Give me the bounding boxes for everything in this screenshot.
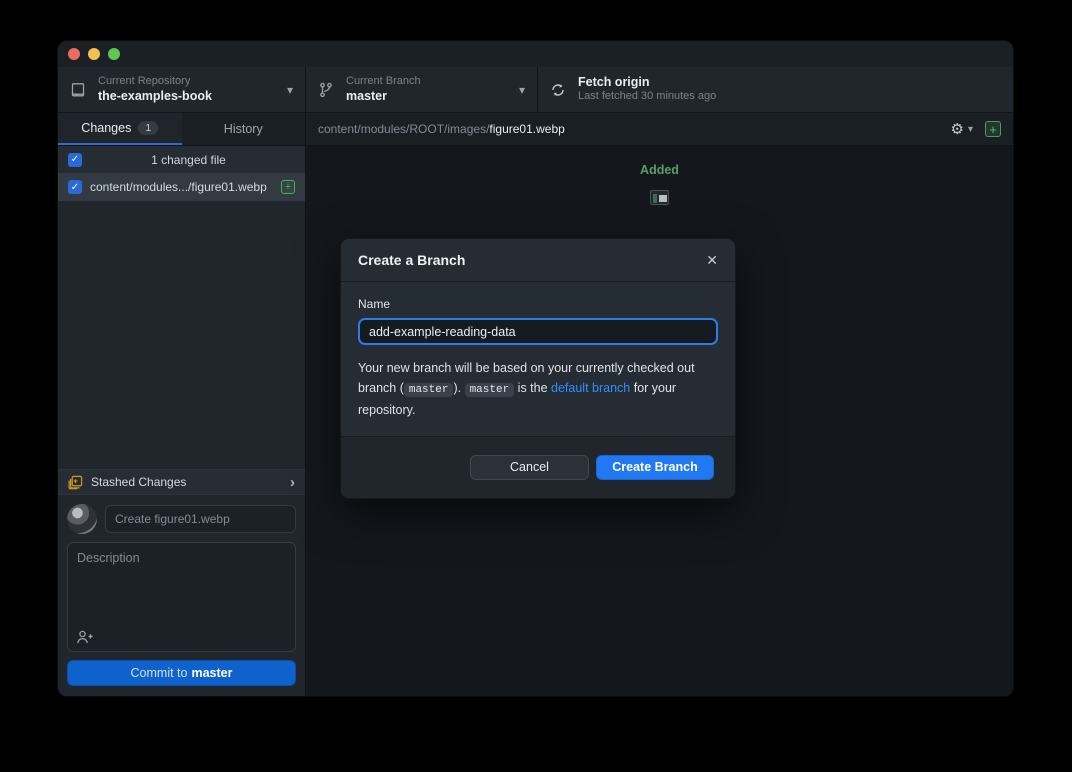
commit-form: Commit to master — [58, 495, 305, 696]
user-avatar — [67, 504, 97, 534]
current-branch-value: master — [346, 89, 421, 105]
create-branch-button[interactable]: Create Branch — [596, 455, 714, 480]
stashed-changes-label: Stashed Changes — [91, 475, 290, 489]
stashed-changes-row[interactable]: Stashed Changes › — [58, 469, 305, 495]
create-branch-dialog: Create a Branch ✕ Name Your new branch w… — [340, 238, 736, 499]
toolbar: Current Repository the-examples-book ▾ C… — [58, 67, 1013, 113]
diff-options-button[interactable]: ⚙ ▾ — [951, 120, 973, 138]
fetch-origin-label: Fetch origin — [578, 75, 716, 91]
branch-icon — [318, 82, 334, 98]
commit-description-box — [67, 542, 296, 652]
diff-added-label: Added — [640, 163, 679, 177]
diff-file-path: content/modules/ROOT/images/figure01.web… — [318, 122, 951, 136]
branch-name-label: Name — [358, 297, 718, 311]
chevron-down-icon: ▾ — [287, 83, 293, 97]
diff-file-path-dir: content/modules/ROOT/images/ — [318, 122, 489, 136]
commit-button-branch: master — [191, 666, 232, 680]
file-list-empty-area — [58, 201, 305, 469]
file-added-status-icon: + — [281, 180, 295, 194]
check-icon: ✓ — [71, 182, 79, 193]
chevron-right-icon: › — [290, 474, 295, 491]
dialog-body: Name Your new branch will be based on yo… — [341, 282, 735, 436]
changed-files-summary-row: ✓ 1 changed file — [58, 146, 305, 173]
commit-description-input[interactable] — [68, 543, 295, 627]
sidebar-tabbar: Changes 1 History — [58, 113, 305, 146]
sidebar: Changes 1 History ✓ 1 changed file ✓ con… — [58, 113, 306, 696]
tab-history-label: History — [224, 122, 263, 136]
commit-summary-input[interactable] — [105, 505, 296, 533]
changed-file-path: content/modules.../figure01.webp — [90, 180, 281, 194]
current-repository-label: Current Repository — [98, 75, 212, 89]
tab-changes[interactable]: Changes 1 — [58, 113, 182, 145]
plus-icon: + — [285, 182, 291, 193]
titlebar — [58, 41, 1013, 67]
dialog-title: Create a Branch — [358, 252, 706, 268]
changes-count-badge: 1 — [138, 121, 158, 135]
commit-to-master-button[interactable]: Commit to master — [67, 660, 296, 686]
current-branch-label: Current Branch — [346, 75, 421, 89]
dialog-text-part3: is the — [514, 381, 551, 395]
dialog-description: Your new branch will be based on your cu… — [358, 358, 718, 420]
fetch-origin-button[interactable]: Fetch origin Last fetched 30 minutes ago — [538, 67, 1013, 112]
diff-file-path-name: figure01.webp — [489, 122, 564, 136]
zoom-window-button[interactable] — [108, 48, 120, 60]
current-repository-value: the-examples-book — [98, 89, 212, 105]
chevron-down-icon: ▾ — [968, 124, 973, 135]
file-checkbox[interactable]: ✓ — [68, 180, 82, 194]
changed-files-count: 1 changed file — [82, 153, 295, 167]
add-coauthor-icon[interactable] — [76, 629, 94, 645]
branch-name-input[interactable] — [358, 318, 718, 345]
branch-code-pill: master — [465, 383, 515, 397]
close-window-button[interactable] — [68, 48, 80, 60]
select-all-checkbox[interactable]: ✓ — [68, 153, 82, 167]
current-branch-dropdown[interactable]: Current Branch master ▾ — [306, 67, 538, 112]
commit-button-prefix: Commit to — [131, 666, 188, 680]
diff-file-header: content/modules/ROOT/images/figure01.web… — [306, 113, 1013, 146]
check-icon: ✓ — [71, 154, 79, 165]
current-repository-dropdown[interactable]: Current Repository the-examples-book ▾ — [58, 67, 306, 112]
default-branch-link[interactable]: default branch — [551, 381, 630, 395]
fetch-origin-status: Last fetched 30 minutes ago — [578, 90, 716, 104]
repo-icon — [70, 82, 86, 98]
branch-code-pill: master — [404, 383, 454, 397]
changed-file-row[interactable]: ✓ content/modules.../figure01.webp + — [58, 173, 305, 201]
stash-icon — [68, 475, 83, 490]
added-status-icon: + — [985, 121, 1001, 137]
tab-history[interactable]: History — [182, 113, 306, 145]
plus-icon: + — [989, 123, 997, 136]
minimize-window-button[interactable] — [88, 48, 100, 60]
chevron-down-icon: ▾ — [519, 83, 525, 97]
close-icon[interactable]: ✕ — [706, 252, 718, 269]
dialog-text-part2: ). — [453, 381, 464, 395]
tab-changes-label: Changes — [81, 121, 131, 135]
dialog-footer: Cancel Create Branch — [341, 436, 735, 498]
image-thumbnail — [650, 190, 669, 205]
cancel-button[interactable]: Cancel — [470, 455, 589, 480]
dialog-header: Create a Branch ✕ — [341, 239, 735, 282]
sync-icon — [550, 82, 566, 98]
gear-icon: ⚙ — [951, 120, 964, 138]
